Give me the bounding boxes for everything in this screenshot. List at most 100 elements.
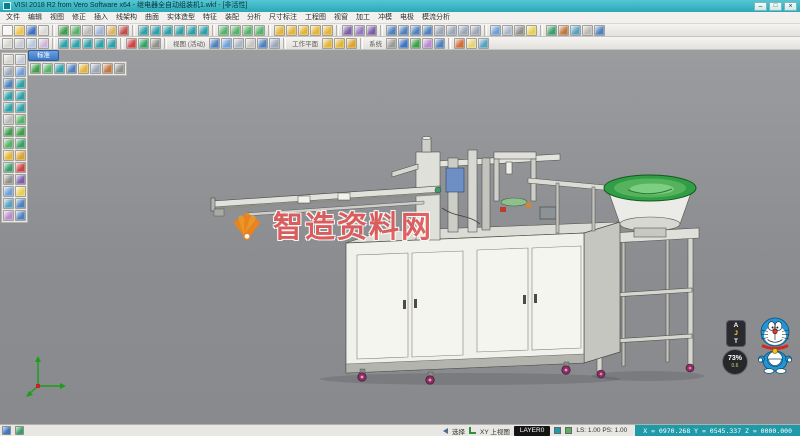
surface-icon[interactable] xyxy=(274,25,285,36)
select-face-icon[interactable] xyxy=(15,54,26,65)
plugin-icon[interactable] xyxy=(3,210,14,221)
isolate-icon[interactable] xyxy=(3,78,14,89)
offset-icon[interactable] xyxy=(254,25,265,36)
render-icon[interactable] xyxy=(3,186,14,197)
workplane-align-icon[interactable] xyxy=(346,38,357,49)
fit-view-icon[interactable] xyxy=(15,78,26,89)
menu-item[interactable]: 电极 xyxy=(396,12,418,23)
zoom-fit-icon[interactable] xyxy=(434,25,445,36)
layers-icon[interactable] xyxy=(546,25,557,36)
shell-icon[interactable] xyxy=(366,25,377,36)
menu-item[interactable]: 插入 xyxy=(90,12,112,23)
view-right-icon[interactable] xyxy=(422,25,433,36)
measure-tool-icon[interactable] xyxy=(3,198,14,209)
doraemon-sticker[interactable] xyxy=(753,314,797,374)
attr-linetype-icon[interactable] xyxy=(150,38,161,49)
select-window-icon[interactable] xyxy=(14,38,25,49)
undo-icon[interactable] xyxy=(58,25,69,36)
fillet-icon[interactable] xyxy=(218,25,229,36)
minimize-button[interactable] xyxy=(754,2,767,11)
menu-item[interactable]: 加工 xyxy=(352,12,374,23)
library-icon[interactable] xyxy=(102,63,113,74)
new-file-icon[interactable] xyxy=(2,25,13,36)
boolean-union-icon[interactable] xyxy=(342,25,353,36)
view-shaded-icon[interactable] xyxy=(221,38,232,49)
menu-item[interactable]: 视图 xyxy=(46,12,68,23)
progress-badge[interactable]: 73% 0.6 xyxy=(722,349,748,375)
pattern-icon[interactable] xyxy=(78,63,89,74)
linetype-icon[interactable] xyxy=(3,174,14,185)
close-button[interactable] xyxy=(784,2,797,11)
plugins-icon[interactable] xyxy=(422,38,433,49)
hide-icon[interactable] xyxy=(3,66,14,77)
attr-layer-icon[interactable] xyxy=(138,38,149,49)
menu-item[interactable]: 特征 xyxy=(199,12,221,23)
revolve-icon[interactable] xyxy=(310,25,321,36)
boolean-subtract-icon[interactable] xyxy=(354,25,365,36)
show-icon[interactable] xyxy=(15,66,26,77)
menu-item[interactable]: 工程图 xyxy=(301,12,330,23)
rotate-view-icon[interactable] xyxy=(470,25,481,36)
dimension-icon[interactable] xyxy=(54,63,65,74)
info-icon[interactable] xyxy=(434,38,445,49)
loft-icon[interactable] xyxy=(286,25,297,36)
light-tool-icon[interactable] xyxy=(15,186,26,197)
delete-icon[interactable] xyxy=(118,25,129,36)
snap-grid-icon[interactable] xyxy=(58,38,69,49)
color-icon[interactable] xyxy=(15,162,26,173)
view-front-icon[interactable] xyxy=(410,25,421,36)
circle-icon[interactable] xyxy=(174,25,185,36)
snap-intersect-icon[interactable] xyxy=(106,38,117,49)
help-tool-icon[interactable] xyxy=(15,210,26,221)
menu-item[interactable]: 尺寸标注 xyxy=(265,12,301,23)
group-icon[interactable] xyxy=(90,63,101,74)
mirror-icon[interactable] xyxy=(3,138,14,149)
export-icon[interactable] xyxy=(114,63,125,74)
layer-chip[interactable]: LAYER0 xyxy=(514,426,550,436)
status-select-mode-icon[interactable] xyxy=(2,426,11,435)
extrude-icon[interactable] xyxy=(322,25,333,36)
open-file-icon[interactable] xyxy=(14,25,25,36)
back-arrow-icon[interactable] xyxy=(443,428,448,434)
viewport-3d[interactable]: 智造资料网 A J T 73% 0.6 xyxy=(0,50,800,424)
trim-icon[interactable] xyxy=(242,25,253,36)
view-wireframe-icon[interactable] xyxy=(233,38,244,49)
scale-icon[interactable] xyxy=(15,138,26,149)
browser-icon[interactable] xyxy=(478,38,489,49)
section-icon[interactable] xyxy=(15,174,26,185)
analyze-icon[interactable] xyxy=(15,198,26,209)
shade-mode-icon[interactable] xyxy=(490,25,501,36)
redo-icon[interactable] xyxy=(70,25,81,36)
menu-item[interactable]: 模流分析 xyxy=(418,12,454,23)
menu-item[interactable]: 实体造型 xyxy=(163,12,199,23)
line-create-icon[interactable] xyxy=(15,90,26,101)
menu-item[interactable]: 编辑 xyxy=(24,12,46,23)
rotate-icon[interactable] xyxy=(15,126,26,137)
menu-item[interactable]: 视窗 xyxy=(330,12,352,23)
rectangle-icon[interactable] xyxy=(186,25,197,36)
help-icon[interactable] xyxy=(594,25,605,36)
status-snap-icon[interactable] xyxy=(15,426,24,435)
view-refresh-icon[interactable] xyxy=(209,38,220,49)
circle-create-icon[interactable] xyxy=(3,102,14,113)
workplane-xy-icon[interactable] xyxy=(322,38,333,49)
save-icon[interactable] xyxy=(26,25,37,36)
dimension-create-icon[interactable] xyxy=(15,114,26,125)
properties-icon[interactable] xyxy=(558,25,569,36)
view-previous-icon[interactable] xyxy=(269,38,280,49)
text-create-icon[interactable] xyxy=(3,114,14,125)
filter-icon[interactable] xyxy=(38,38,49,49)
view-perspective-icon[interactable] xyxy=(257,38,268,49)
select-chain-icon[interactable] xyxy=(26,38,37,49)
menu-item[interactable]: 冲模 xyxy=(374,12,396,23)
paste-icon[interactable] xyxy=(106,25,117,36)
menu-item[interactable]: 文件 xyxy=(2,12,24,23)
snap-end-icon[interactable] xyxy=(70,38,81,49)
point-create-icon[interactable] xyxy=(3,90,14,101)
attr-color-icon[interactable] xyxy=(126,38,137,49)
workplane-new-icon[interactable] xyxy=(334,38,345,49)
capture-icon[interactable] xyxy=(454,38,465,49)
zoom-window-icon[interactable] xyxy=(446,25,457,36)
pan-icon[interactable] xyxy=(458,25,469,36)
database-icon[interactable] xyxy=(398,38,409,49)
